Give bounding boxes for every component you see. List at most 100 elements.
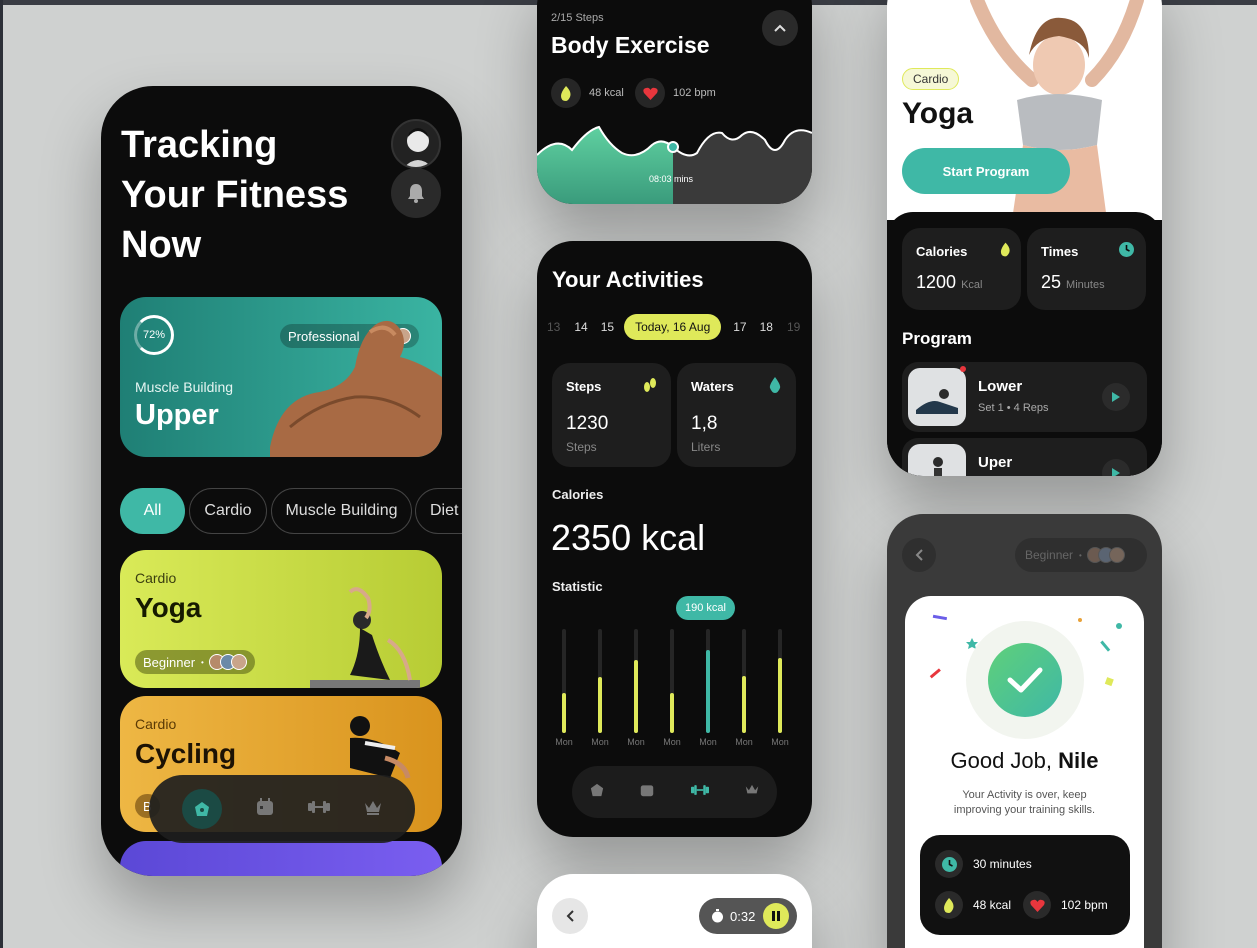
avatar[interactable] <box>391 119 441 169</box>
kcal-value: 48 kcal <box>589 87 624 99</box>
chart-bar[interactable] <box>598 677 602 733</box>
program-card-yoga[interactable]: Cardio Yoga Beginner • <box>120 550 442 688</box>
calendar-icon <box>257 797 273 815</box>
progress-text: 72% <box>142 329 166 341</box>
program-thumbnail <box>908 444 966 476</box>
date-item[interactable]: 19 <box>787 320 800 334</box>
card-category: Cardio <box>135 570 177 586</box>
program-details: Calories 1200 Kcal Times 25 Minutes Prog… <box>887 212 1162 476</box>
date-item-selected[interactable]: Today, 16 Aug <box>624 313 722 340</box>
chart-bar[interactable] <box>706 650 710 733</box>
back-button[interactable] <box>902 538 936 572</box>
collapse-button[interactable] <box>762 10 798 46</box>
chip-muscle-building[interactable]: Muscle Building <box>271 488 412 534</box>
window-left-edge <box>0 0 3 948</box>
start-program-button[interactable]: Start Program <box>902 148 1070 194</box>
chip-all[interactable]: All <box>120 488 185 534</box>
play-button[interactable] <box>1102 383 1130 411</box>
date-item[interactable]: 15 <box>601 320 614 334</box>
stat-value: 1230 <box>566 413 609 434</box>
nav-premium[interactable] <box>364 799 382 820</box>
chart-x-label: Mon <box>591 737 609 747</box>
steps-card[interactable]: Steps 1230 Steps <box>552 363 671 467</box>
chip-label: Diet <box>430 502 459 519</box>
nav-workout[interactable] <box>308 800 330 819</box>
program-meta: Set 1 • 4 Reps <box>978 402 1049 414</box>
chart-bar[interactable] <box>778 658 782 733</box>
chart-bar[interactable] <box>634 660 638 733</box>
dot-separator: • <box>201 657 204 667</box>
dot-separator: • <box>1079 550 1082 560</box>
program-card-partial[interactable] <box>120 841 442 876</box>
nav-calendar[interactable] <box>256 797 274 821</box>
message-line: improving your training skills. <box>953 804 1096 816</box>
stat-label: Calories <box>916 244 968 259</box>
notification-button[interactable] <box>391 168 441 218</box>
program-thumbnail <box>908 368 966 426</box>
date-item[interactable]: 18 <box>760 320 773 334</box>
pause-icon <box>772 911 781 921</box>
category-tag: Cardio <box>902 68 960 90</box>
completion-screen: Beginner • Good Job, Nile Your Activity i… <box>887 514 1162 948</box>
chevron-left-icon <box>915 549 923 561</box>
play-button[interactable] <box>1102 459 1130 476</box>
stat-value: 1,8 <box>691 413 718 434</box>
flame-icon <box>551 78 581 108</box>
nav-workout[interactable] <box>690 783 709 801</box>
statistic-label: Statistic <box>552 579 603 594</box>
program-item-uper[interactable]: Uper <box>902 438 1147 476</box>
program-item-lower[interactable]: Lower Set 1 • 4 Reps <box>902 362 1147 432</box>
nav-home[interactable] <box>182 789 222 829</box>
nav-home[interactable] <box>590 783 604 802</box>
timer-pill: 0:32 <box>699 898 797 934</box>
program-set: Set 1 <box>978 402 1004 414</box>
home-icon <box>195 802 209 816</box>
chart-bar[interactable] <box>742 676 746 733</box>
program-reps: 4 Reps <box>1013 402 1049 414</box>
date-item[interactable]: 17 <box>733 320 746 334</box>
chip-label: Cardio <box>204 502 252 519</box>
chip-diet[interactable]: Diet <box>415 488 462 534</box>
chip-cardio[interactable]: Cardio <box>189 488 267 534</box>
level-badge: Beginner • <box>135 650 255 674</box>
program-title: Yoga <box>902 97 974 130</box>
chart-bar-track <box>778 629 782 733</box>
title-line: Now <box>121 224 202 266</box>
waters-card[interactable]: Waters 1,8 Liters <box>677 363 796 467</box>
nav-calendar[interactable] <box>640 783 654 802</box>
timer-value: 0:32 <box>730 908 756 924</box>
kcal-stat: 48 kcal <box>551 78 624 108</box>
exercise-title: Body Exercise <box>551 32 710 58</box>
play-icon <box>1112 468 1120 476</box>
bpm-stat: 102 bpm <box>635 78 716 108</box>
chart-x-label: Mon <box>627 737 645 747</box>
pause-button[interactable] <box>763 903 790 929</box>
heart-icon <box>1023 891 1051 919</box>
home-screen: Tracking Your Fitness Now 72% Profession… <box>101 86 462 876</box>
chart-bar[interactable] <box>670 693 674 733</box>
message-line: Your Activity is over, keep <box>962 789 1087 801</box>
muscle-arm-image <box>270 320 442 457</box>
date-item[interactable]: 14 <box>574 320 587 334</box>
chevron-up-icon <box>774 24 786 32</box>
participant-avatars <box>1086 547 1125 563</box>
date-item[interactable]: 13 <box>547 320 560 334</box>
chart-x-label: Mon <box>663 737 681 747</box>
chart-tooltip: 190 kcal <box>676 596 735 620</box>
dumbbell-icon <box>690 785 709 795</box>
chart-bar[interactable] <box>562 693 566 733</box>
times-card: Times 25 Minutes <box>1027 228 1146 310</box>
featured-program-card[interactable]: 72% Professional • Muscle Building Upper <box>120 297 442 457</box>
flame-icon <box>935 891 963 919</box>
back-button[interactable] <box>552 898 588 934</box>
heading-text: Good Job, <box>950 748 1059 773</box>
card-category: Muscle Building <box>135 379 234 395</box>
activity-summary: 30 minutes 48 kcal 102 bpm <box>920 835 1130 935</box>
nav-premium[interactable] <box>745 783 759 801</box>
program-name: Uper <box>978 454 1013 471</box>
card-title: Yoga <box>135 592 202 623</box>
stat-value: 1200 <box>916 272 957 292</box>
stat-unit: Minutes <box>1066 279 1105 291</box>
card-title: Cycling <box>135 738 237 769</box>
stat-unit: Kcal <box>961 279 983 291</box>
